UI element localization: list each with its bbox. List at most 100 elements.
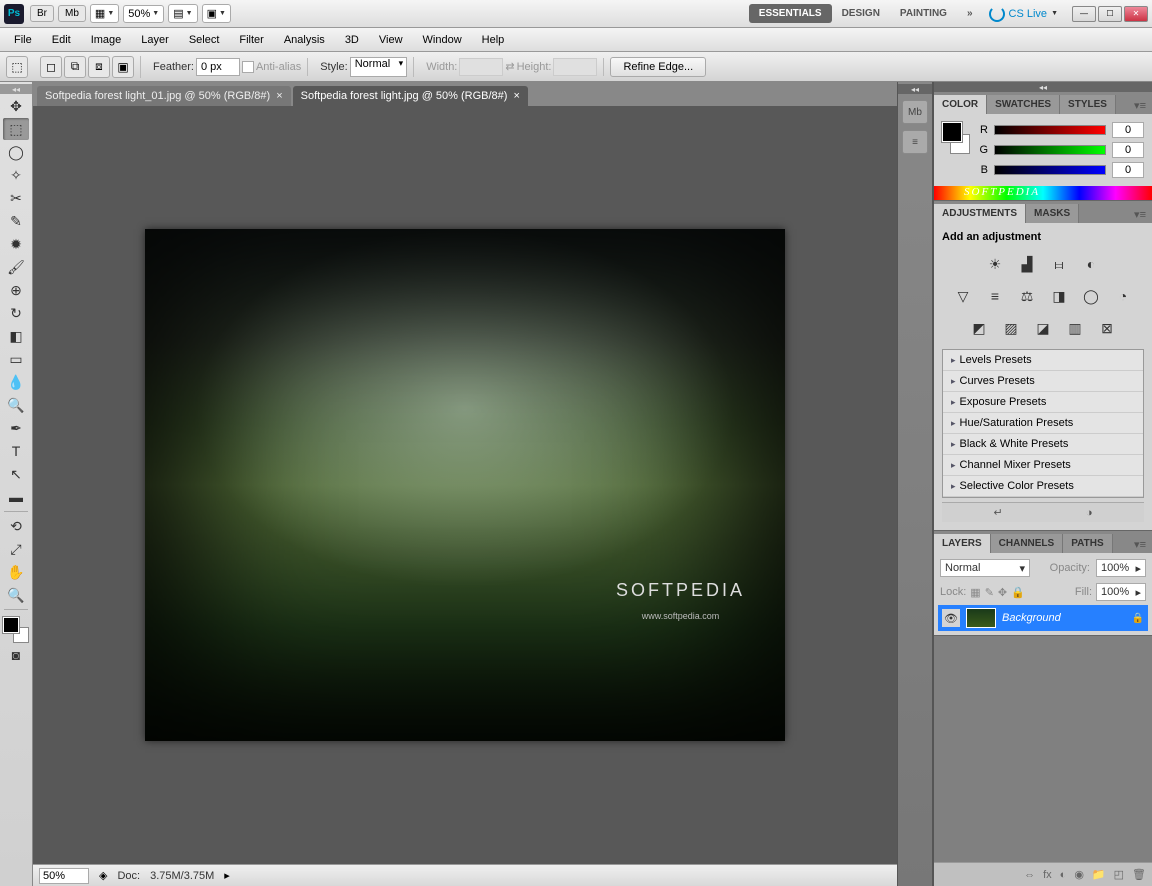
r-slider[interactable] xyxy=(994,125,1106,135)
maximize-icon[interactable]: ☐ xyxy=(1098,6,1122,22)
layer-name[interactable]: Background xyxy=(1002,612,1126,624)
menu-view[interactable]: View xyxy=(369,30,413,50)
strip-collapse[interactable]: ◂◂ xyxy=(898,84,932,94)
close-icon[interactable]: ✕ xyxy=(1124,6,1148,22)
menu-layer[interactable]: Layer xyxy=(131,30,179,50)
select-add-icon[interactable]: ⧉ xyxy=(64,56,86,78)
gradient-map-icon[interactable]: ▥ xyxy=(1063,317,1087,339)
layer-row[interactable]: 👁 Background 🔒 xyxy=(938,605,1148,631)
menu-analysis[interactable]: Analysis xyxy=(274,30,335,50)
group-icon[interactable]: 📁 xyxy=(1092,868,1106,881)
g-slider[interactable] xyxy=(994,145,1106,155)
lock-all-icon[interactable]: 🔒 xyxy=(1011,586,1025,599)
docs-dropdown[interactable]: ▤▼ xyxy=(168,4,197,23)
preset-selective[interactable]: Selective Color Presets xyxy=(943,476,1143,497)
workspace-more[interactable]: » xyxy=(957,4,983,23)
minimize-icon[interactable]: — xyxy=(1072,6,1096,22)
panel-menu-icon[interactable]: ▾≡ xyxy=(1128,536,1152,553)
panel-menu-icon[interactable]: ▾≡ xyxy=(1128,97,1152,114)
threshold-icon[interactable]: ◪ xyxy=(1031,317,1055,339)
history-panel-icon[interactable]: ≡ xyxy=(902,130,928,154)
workspace-design[interactable]: DESIGN xyxy=(832,4,890,23)
view-extras-dropdown[interactable]: ▦▼ xyxy=(90,4,119,23)
swatch-area[interactable] xyxy=(3,617,29,643)
adj-return-icon[interactable]: ↵ xyxy=(994,506,1003,519)
status-nav-icon[interactable]: ◈ xyxy=(99,869,107,882)
preset-hue[interactable]: Hue/Saturation Presets xyxy=(943,413,1143,434)
channel-mixer-icon[interactable]: ◔ xyxy=(1111,285,1135,307)
r-input[interactable] xyxy=(1112,122,1144,138)
quickmask-tool[interactable]: ◙ xyxy=(3,644,29,666)
hand-tool[interactable]: ✋ xyxy=(3,561,29,583)
link-icon[interactable]: ⇔ xyxy=(1024,869,1035,881)
select-intersect-icon[interactable]: ▣ xyxy=(112,56,134,78)
blur-tool[interactable]: 💧 xyxy=(3,371,29,393)
preset-levels[interactable]: Levels Presets xyxy=(943,350,1143,371)
panel-menu-icon[interactable]: ▾≡ xyxy=(1128,206,1152,223)
opacity-input[interactable]: 100%▸ xyxy=(1096,559,1146,577)
pen-tool[interactable]: ✒ xyxy=(3,417,29,439)
hue-ramp[interactable] xyxy=(934,186,1152,200)
bw-icon[interactable]: ◨ xyxy=(1047,285,1071,307)
toolbox-collapse[interactable]: ◂◂ xyxy=(0,84,32,94)
type-tool[interactable]: T xyxy=(3,440,29,462)
hue-icon[interactable]: ≡ xyxy=(983,285,1007,307)
tab-styles[interactable]: STYLES xyxy=(1060,95,1116,114)
levels-icon[interactable]: ▟ xyxy=(1015,253,1039,275)
tab-close-icon[interactable]: × xyxy=(276,90,282,102)
cslive-button[interactable]: CS Live ▼ xyxy=(989,6,1058,22)
lock-paint-icon[interactable]: ✎ xyxy=(985,586,994,599)
status-zoom-input[interactable] xyxy=(39,868,89,884)
screenmode-dropdown[interactable]: ▣▼ xyxy=(202,4,231,23)
tab-adjustments[interactable]: ADJUSTMENTS xyxy=(934,204,1026,223)
tab-masks[interactable]: MASKS xyxy=(1026,204,1079,223)
lock-transparent-icon[interactable]: ▦ xyxy=(970,586,980,599)
menu-file[interactable]: File xyxy=(4,30,42,50)
layer-thumbnail[interactable] xyxy=(966,608,996,628)
preset-bw[interactable]: Black & White Presets xyxy=(943,434,1143,455)
3d-tool[interactable]: ⟲ xyxy=(3,515,29,537)
preset-list[interactable]: Levels Presets Curves Presets Exposure P… xyxy=(942,349,1144,498)
workspace-painting[interactable]: PAINTING xyxy=(890,4,957,23)
select-new-icon[interactable]: ◻ xyxy=(40,56,62,78)
style-select[interactable]: Normal xyxy=(350,57,407,77)
new-layer-icon[interactable]: ◰ xyxy=(1114,868,1124,881)
vibrance-icon[interactable]: ▽ xyxy=(951,285,975,307)
adj-clip-icon[interactable]: ◑ xyxy=(1086,507,1093,519)
menu-edit[interactable]: Edit xyxy=(42,30,81,50)
status-menu[interactable]: ▸ xyxy=(224,869,230,882)
posterize-icon[interactable]: ▨ xyxy=(999,317,1023,339)
invert-icon[interactable]: ◩ xyxy=(967,317,991,339)
lock-position-icon[interactable]: ✥ xyxy=(998,586,1007,599)
menu-select[interactable]: Select xyxy=(179,30,230,50)
foreground-swatch[interactable] xyxy=(3,617,19,633)
tab-close-icon[interactable]: × xyxy=(513,90,519,102)
shape-tool[interactable]: ▬ xyxy=(3,486,29,508)
minibridge-button[interactable]: Mb xyxy=(58,5,86,22)
eyedropper-tool[interactable]: ✎ xyxy=(3,210,29,232)
marquee-tool[interactable]: ⬚ xyxy=(3,118,29,140)
preset-curves[interactable]: Curves Presets xyxy=(943,371,1143,392)
feather-input[interactable] xyxy=(196,58,240,76)
dodge-tool[interactable]: 🔍 xyxy=(3,394,29,416)
crop-tool[interactable]: ✂ xyxy=(3,187,29,209)
trash-icon[interactable]: 🗑 xyxy=(1132,868,1146,881)
tab-paths[interactable]: PATHS xyxy=(1063,534,1112,553)
zoom-tool[interactable]: 🔍 xyxy=(3,584,29,606)
tab-swatches[interactable]: SWATCHES xyxy=(987,95,1060,114)
eraser-tool[interactable]: ◧ xyxy=(3,325,29,347)
mask-icon[interactable]: ◐ xyxy=(1060,869,1067,881)
fill-layer-icon[interactable]: ◉ xyxy=(1074,868,1084,881)
minibridge-panel-icon[interactable]: Mb xyxy=(902,100,928,124)
tab-layers[interactable]: LAYERS xyxy=(934,534,991,553)
curves-icon[interactable]: ⧦ xyxy=(1047,253,1071,275)
menu-help[interactable]: Help xyxy=(472,30,515,50)
move-tool[interactable]: ✥ xyxy=(3,95,29,117)
tab-1[interactable]: Softpedia forest light.jpg @ 50% (RGB/8#… xyxy=(293,86,528,106)
bridge-button[interactable]: Br xyxy=(30,5,54,22)
brightness-icon[interactable]: ☀ xyxy=(983,253,1007,275)
canvas[interactable]: SOFTPEDIA www.softpedia.com xyxy=(33,106,897,864)
fill-input[interactable]: 100%▸ xyxy=(1096,583,1146,601)
tab-channels[interactable]: CHANNELS xyxy=(991,534,1064,553)
tab-0[interactable]: Softpedia forest light_01.jpg @ 50% (RGB… xyxy=(37,86,291,106)
